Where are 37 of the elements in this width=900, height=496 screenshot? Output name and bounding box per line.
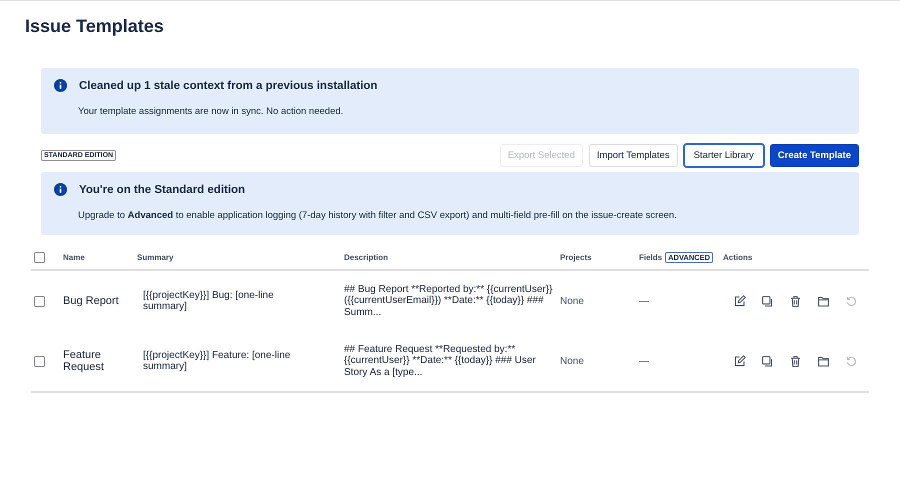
projects-value: None: [560, 296, 584, 306]
page-title: Issue Templates: [25, 16, 165, 37]
column-header: Projects: [560, 252, 592, 262]
column-header: Fields: [639, 252, 662, 262]
template-summary: [{{projectKey}}] Bug: [one-line summary]: [143, 290, 274, 312]
select-all-checkbox[interactable]: [34, 252, 45, 262]
info-icon: [54, 183, 67, 196]
folder-icon[interactable]: [817, 294, 830, 308]
notice-text: Your template assignments are now in sync. No action needed.: [78, 106, 344, 117]
template-name: Feature Request: [63, 349, 104, 373]
template-name: Bug Report: [63, 295, 119, 307]
column-header: Summary: [137, 252, 174, 262]
trash-icon[interactable]: [789, 294, 802, 308]
notice-text: Upgrade to Advanced to enable application logging (7-day history with filter and CSV export) and multi-field pre-fill on the issue-create screen.: [78, 210, 678, 221]
copy-icon[interactable]: [761, 354, 774, 368]
folder-icon[interactable]: [817, 354, 830, 368]
column-header: Actions: [723, 252, 752, 262]
projects-value: None: [560, 356, 584, 366]
notice-title: Cleaned up 1 stale context from a previous installation: [79, 80, 378, 92]
notice-title: You're on the Standard edition: [79, 184, 246, 196]
row-checkbox[interactable]: [34, 296, 45, 306]
column-header: Name: [63, 252, 85, 262]
toolbar-button[interactable]: Create Template: [770, 144, 859, 167]
template-description: ## Feature Request **Requested by:** {{currentUser}} **Date:** {{today}} ### User Story As a [type...: [344, 344, 536, 378]
toolbar-button[interactable]: Starter Library: [684, 144, 764, 167]
copy-icon[interactable]: [761, 294, 774, 308]
edit-icon[interactable]: [733, 354, 746, 368]
trash-icon[interactable]: [789, 354, 802, 368]
column-header: Description: [344, 252, 388, 262]
template-description: ## Bug Report **Reported by:** {{currentUser}} ({{currentUserEmail}}) **Date:** {{today}} ### Summ...: [344, 284, 552, 318]
fields-value: —: [639, 356, 649, 366]
edit-icon[interactable]: [733, 294, 746, 308]
info-icon: [54, 79, 67, 92]
fields-value: —: [639, 296, 649, 306]
toolbar-button[interactable]: Import Templates: [588, 144, 678, 167]
row-checkbox[interactable]: [34, 356, 45, 366]
template-summary: [{{projectKey}}] Feature: [one-line summary]: [143, 350, 290, 372]
